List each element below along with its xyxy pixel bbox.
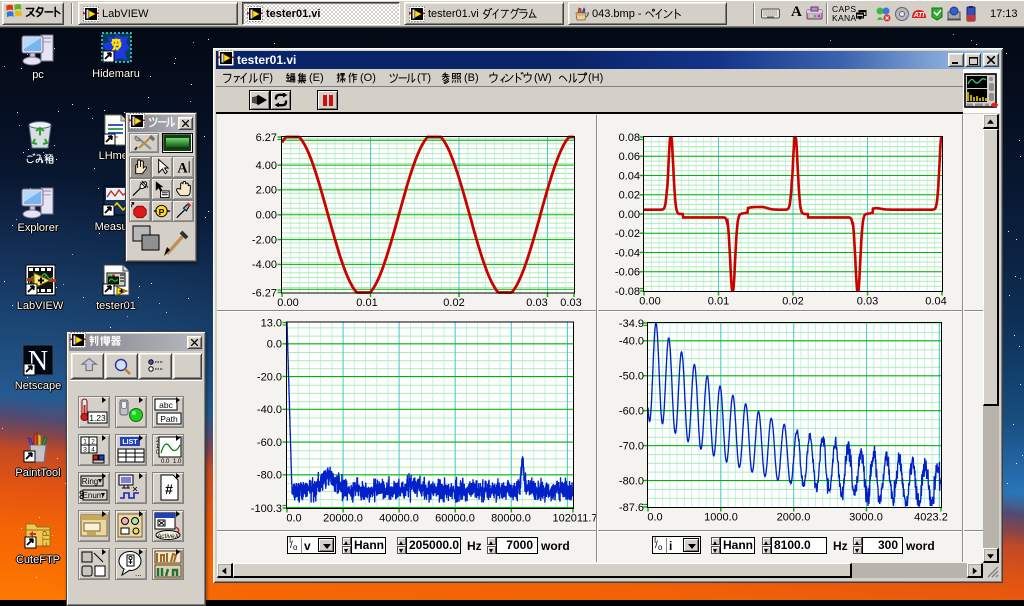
svg-text:0.01: 0.01 [708,296,729,308]
svg-text:-70.0: -70.0 [619,440,644,452]
svg-text:0.0: 0.0 [286,513,301,525]
svg-text:0.01: 0.01 [356,297,377,309]
svg-text:0.03: 0.03 [857,296,878,308]
svg-text:-60.0: -60.0 [257,437,282,449]
svg-text:-40.0: -40.0 [619,336,644,348]
svg-text:-60.0: -60.0 [619,405,644,417]
svg-text:-0.06: -0.06 [615,267,640,279]
svg-text:FTP: FTP [41,531,51,548]
svg-text:-0.04: -0.04 [615,247,640,259]
svg-text:0.00: 0.00 [256,210,277,222]
svg-text:-4.00: -4.00 [252,259,277,271]
svg-text:ActiveX: ActiveX [156,533,180,540]
svg-text:0.03: 0.03 [526,297,547,309]
svg-text:-2.00: -2.00 [252,234,277,246]
svg-text:1.23: 1.23 [89,413,106,423]
svg-text:-50.0: -50.0 [619,371,644,383]
svg-text:-80.0: -80.0 [257,470,282,482]
svg-text:0.08: 0.08 [619,132,640,144]
svg-text:-100.3: -100.3 [251,503,282,515]
svg-text:3000.0: 3000.0 [849,512,883,524]
svg-text:0.0: 0.0 [161,459,170,465]
svg-text:-40.0: -40.0 [257,404,282,416]
svg-text:LIST: LIST [122,439,138,446]
svg-text:0.02: 0.02 [619,190,640,202]
svg-text:6.27: 6.27 [256,132,277,144]
svg-text:1.0: 1.0 [173,459,182,465]
svg-text:2.00: 2.00 [256,185,277,197]
svg-text:1000.0: 1000.0 [704,512,738,524]
svg-text:0.03: 0.03 [560,297,581,309]
svg-text:1: 1 [83,439,87,446]
svg-text:0.00: 0.00 [639,296,660,308]
svg-text:2: 2 [91,439,95,446]
svg-text:abc: abc [159,400,173,410]
svg-text:4.00: 4.00 [256,160,277,172]
svg-text:-6.27: -6.27 [252,287,277,299]
svg-text:0.04: 0.04 [619,170,640,182]
svg-text:Path: Path [160,414,178,424]
svg-text:0.04: 0.04 [925,296,946,308]
svg-text:...: ... [135,569,142,578]
svg-text:0.02: 0.02 [443,297,464,309]
svg-text:Ring: Ring [82,477,98,486]
svg-text:40000.0: 40000.0 [379,513,419,525]
svg-text:13.0: 13.0 [261,317,282,329]
svg-text:A: A [177,160,188,176]
svg-text:-0.02: -0.02 [615,228,640,240]
svg-text:-80.0: -80.0 [619,475,644,487]
svg-text:0.0: 0.0 [267,339,282,351]
svg-text:P: P [159,206,165,216]
svg-text:-0.08: -0.08 [615,286,640,298]
svg-text:0.02: 0.02 [782,296,803,308]
svg-text:102011.7: 102011.7 [552,513,597,525]
svg-text:ATI: ATI [913,12,926,19]
svg-text:0.0: 0.0 [647,512,662,524]
svg-text:60000.0: 60000.0 [435,513,475,525]
svg-text:0.00: 0.00 [277,297,298,309]
svg-text:20000.0: 20000.0 [323,513,363,525]
svg-text:80000.0: 80000.0 [491,513,531,525]
svg-text:4: 4 [91,447,95,454]
svg-text:#: # [165,481,173,497]
svg-text:0.06: 0.06 [619,151,640,163]
svg-text:0.00: 0.00 [619,209,640,221]
svg-text:-20.0: -20.0 [257,371,282,383]
svg-text:-87.6: -87.6 [619,502,644,514]
svg-text:3: 3 [83,447,87,454]
svg-text:4023.2: 4023.2 [914,512,948,524]
svg-text:2000.0: 2000.0 [777,512,811,524]
svg-text:Enum: Enum [83,491,104,500]
svg-text:-34.9: -34.9 [619,318,644,330]
